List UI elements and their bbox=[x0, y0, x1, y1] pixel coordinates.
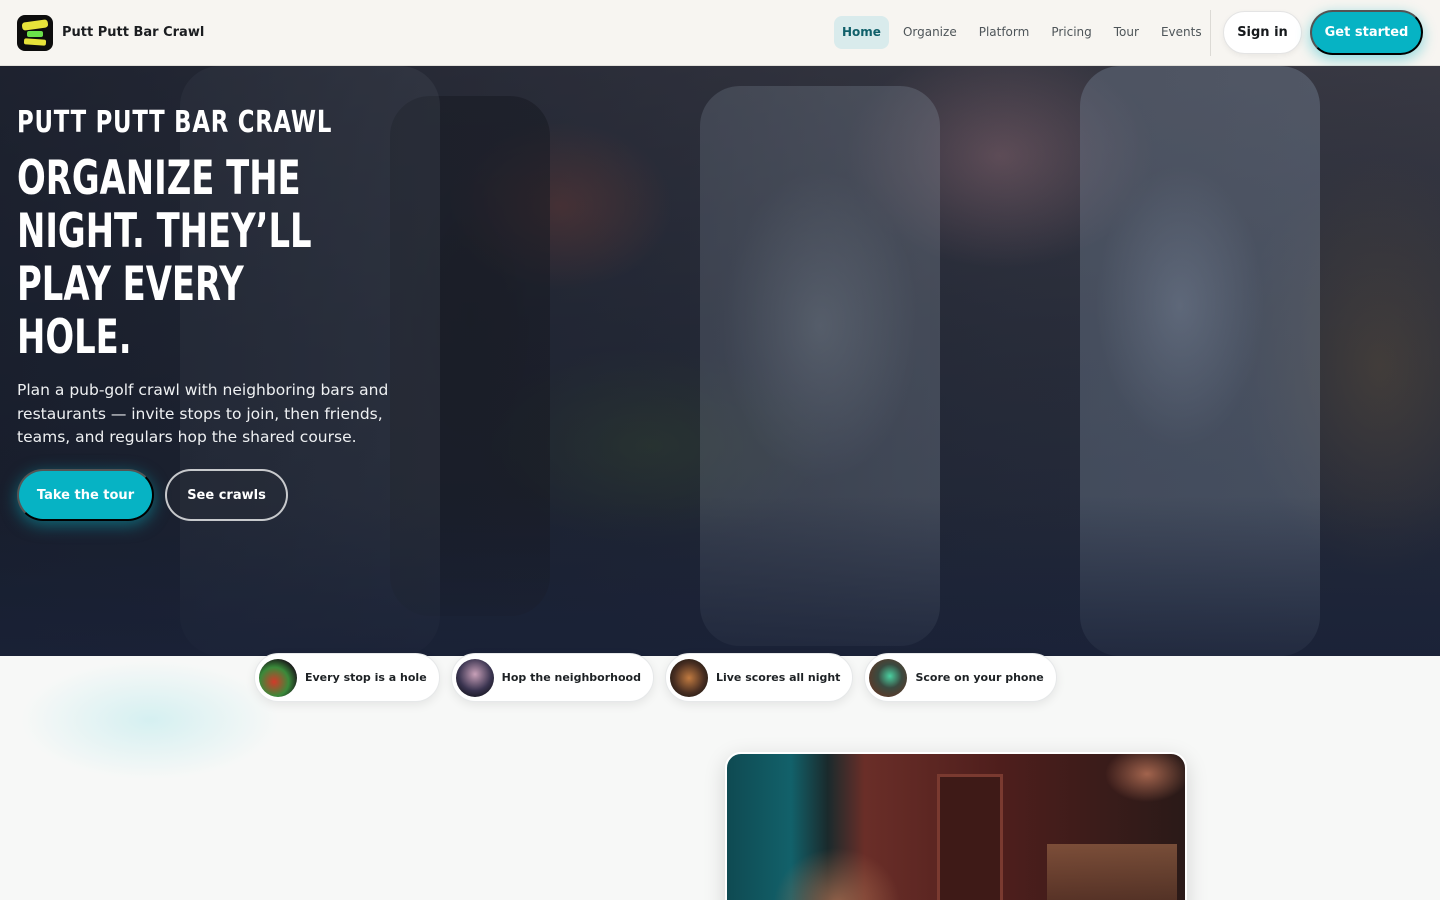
hero-eyebrow: PUTT PUTT BAR CRAWL bbox=[17, 105, 333, 140]
feature-label: Hop the neighborhood bbox=[501, 671, 641, 684]
hero-section: PUTT PUTT BAR CRAWL ORGANIZE THE NIGHT. … bbox=[0, 66, 1440, 656]
feature-thumbnail-icon bbox=[455, 658, 494, 697]
hero-subtext: Plan a pub-golf crawl with neighboring b… bbox=[17, 381, 389, 446]
feature-pill[interactable]: Live scores all night bbox=[664, 653, 854, 702]
feature-label: Score on your phone bbox=[915, 671, 1044, 684]
feature-pills: Every stop is a hole Hop the neighborhoo… bbox=[254, 653, 1057, 702]
nav-link-tour[interactable]: Tour bbox=[1103, 16, 1150, 49]
hero-headline: ORGANIZE THE NIGHT. THEY’LL PLAY EVERY H… bbox=[17, 151, 312, 365]
get-started-button[interactable]: Get started bbox=[1310, 10, 1423, 55]
sign-in-button[interactable]: Sign in bbox=[1223, 11, 1302, 54]
nav-links: Home Organize Platform Pricing Tour Even… bbox=[834, 16, 1213, 49]
brand-name: Putt Putt Bar Crawl bbox=[62, 25, 205, 40]
card-photo-shelf bbox=[1047, 844, 1177, 900]
nav-link-pricing[interactable]: Pricing bbox=[1040, 16, 1102, 49]
feature-label: Every stop is a hole bbox=[305, 671, 427, 684]
nav-link-platform[interactable]: Platform bbox=[968, 16, 1041, 49]
background-glow bbox=[20, 660, 280, 780]
feature-thumbnail-icon bbox=[669, 658, 708, 697]
feature-thumbnail-icon bbox=[259, 658, 297, 697]
bar-photo-card bbox=[725, 752, 1187, 900]
feature-thumbnail-icon bbox=[869, 658, 908, 697]
card-photo-door bbox=[937, 774, 1003, 900]
feature-pill[interactable]: Hop the neighborhood bbox=[450, 653, 654, 702]
nav-link-home[interactable]: Home bbox=[834, 16, 889, 49]
feature-pill[interactable]: Score on your phone bbox=[864, 653, 1057, 702]
brand[interactable]: Putt Putt Bar Crawl bbox=[17, 14, 205, 51]
logo-icon bbox=[17, 14, 53, 51]
take-tour-button[interactable]: Take the tour bbox=[17, 469, 154, 521]
nav-link-events[interactable]: Events bbox=[1150, 16, 1213, 49]
top-nav: Putt Putt Bar Crawl Home Organize Platfo… bbox=[0, 0, 1440, 66]
feature-label: Live scores all night bbox=[715, 671, 841, 684]
feature-pill[interactable]: Every stop is a hole bbox=[254, 653, 440, 702]
nav-link-organize[interactable]: Organize bbox=[892, 16, 968, 49]
see-crawls-button[interactable]: See crawls bbox=[165, 469, 288, 521]
nav-divider bbox=[1210, 10, 1211, 56]
